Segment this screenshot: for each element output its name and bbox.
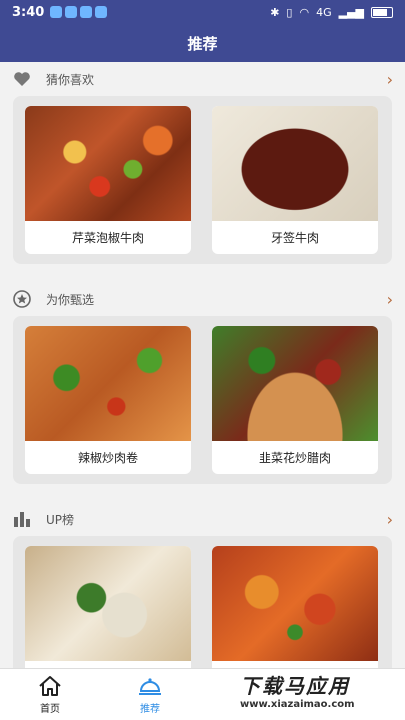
recipe-image <box>25 546 191 661</box>
cloche-icon <box>139 677 161 695</box>
system-icons: ✱ ▯ ◠ 4G ▂▄▆ <box>270 6 393 19</box>
search-notification-icon <box>80 6 93 18</box>
section-title: 猜你喜欢 <box>46 72 95 87</box>
recipe-card-row: 芹菜泡椒牛肉 牙签牛肉 <box>13 96 392 264</box>
recipe-image <box>212 546 378 661</box>
network-type: 4G <box>316 5 332 19</box>
section-header-guess-you-like[interactable]: 猜你喜欢 › <box>0 62 405 96</box>
recipe-item[interactable]: 牙签牛肉 <box>212 106 378 254</box>
recipe-title: 芹菜泡椒牛肉 <box>71 231 144 245</box>
heart-icon <box>12 69 32 89</box>
recipe-image <box>212 106 378 221</box>
top-nav: 推荐 <box>0 24 405 62</box>
watermark-logo: 下载马应用 www.xiazaimao.com <box>240 670 402 716</box>
recipe-item[interactable]: 辣椒炒肉卷 <box>25 326 191 474</box>
tab-recommend[interactable]: 推荐 <box>100 669 200 720</box>
tab-label: 推荐 <box>140 703 160 715</box>
status-bar: 3:40 ✱ ▯ ◠ 4G ▂▄▆ <box>0 0 405 24</box>
bar-chart-icon <box>12 509 32 529</box>
recipe-image <box>25 106 191 221</box>
recipe-image <box>212 326 378 441</box>
recipe-item[interactable] <box>25 546 191 668</box>
cloud-notification-icon <box>65 6 78 18</box>
tab-home[interactable]: 首页 <box>0 669 100 720</box>
watermark-url: www.xiazaimao.com <box>240 699 355 710</box>
recipe-item[interactable]: 韭菜花炒腊肉 <box>212 326 378 474</box>
tab-label: 首页 <box>40 703 60 715</box>
status-time: 3:40 <box>12 4 45 20</box>
recipe-title: 辣椒炒肉卷 <box>77 451 138 465</box>
recipe-title <box>212 661 378 668</box>
home-icon <box>39 675 61 696</box>
wifi-icon: ◠ <box>299 5 310 19</box>
notification-icons <box>50 6 108 18</box>
recipe-item[interactable]: 芹菜泡椒牛肉 <box>25 106 191 254</box>
app-notification-icon <box>50 6 63 18</box>
chevron-right-icon[interactable]: › <box>387 510 393 529</box>
recipe-title <box>25 661 191 668</box>
main-content[interactable]: 猜你喜欢 › 芹菜泡椒牛肉 牙签牛肉 为你甄选 › 辣椒炒肉卷 韭菜花炒腊肉 U… <box>0 62 405 668</box>
star-badge-icon <box>12 289 32 309</box>
recipe-item[interactable] <box>212 546 378 668</box>
page-title: 推荐 <box>187 34 218 53</box>
recipe-card-row: 辣椒炒肉卷 韭菜花炒腊肉 <box>13 316 392 484</box>
recipe-card-row <box>13 536 392 668</box>
browser-notification-icon <box>95 6 108 18</box>
watermark-text: 下载马应用 <box>240 674 350 698</box>
section-header-up-ranking[interactable]: UP榜 › <box>0 502 405 536</box>
battery-icon <box>371 6 393 18</box>
recipe-title: 韭菜花炒腊肉 <box>258 451 331 465</box>
section-header-selected-for-you[interactable]: 为你甄选 › <box>0 282 405 316</box>
section-title: 为你甄选 <box>46 292 95 307</box>
vibrate-icon: ▯ <box>286 5 293 19</box>
recipe-title: 牙签牛肉 <box>270 231 319 245</box>
chevron-right-icon[interactable]: › <box>387 290 393 309</box>
signal-icon: ▂▄▆ <box>338 5 364 19</box>
section-title: UP榜 <box>46 512 75 527</box>
bluetooth-icon: ✱ <box>270 5 280 19</box>
chevron-right-icon[interactable]: › <box>387 70 393 89</box>
recipe-image <box>25 326 191 441</box>
